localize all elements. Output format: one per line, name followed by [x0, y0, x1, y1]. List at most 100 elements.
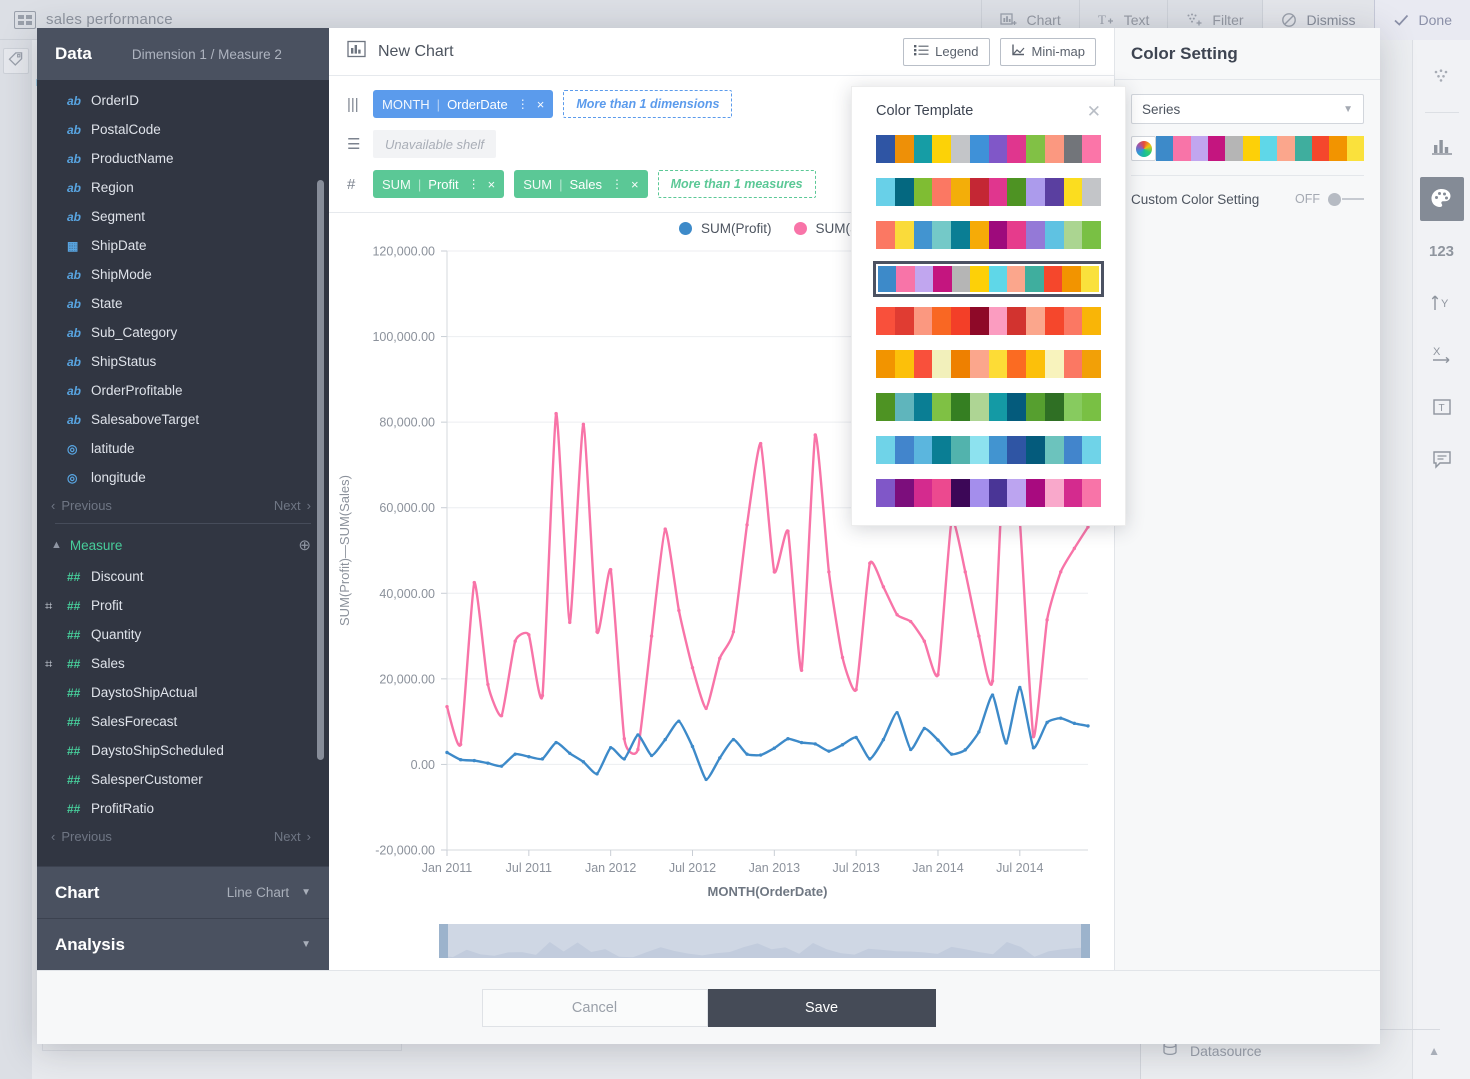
measure-field-profit[interactable]: ⌗ ## Profit — [37, 591, 329, 620]
active-palette-strip[interactable] — [1131, 136, 1364, 161]
active-color-swatch[interactable] — [1311, 136, 1330, 161]
legend-button[interactable]: Legend — [903, 37, 990, 66]
add-measure-icon[interactable]: ⊕ — [298, 536, 311, 554]
pill-menu-icon[interactable]: ⋮ — [468, 177, 480, 191]
y-axis-icon[interactable]: Y — [1420, 281, 1464, 325]
toggle-switch[interactable] — [1328, 193, 1364, 206]
dimension-field-orderid[interactable]: ab OrderID — [37, 86, 329, 115]
active-color-swatch[interactable] — [1329, 136, 1347, 161]
x-axis-icon[interactable]: X — [1420, 333, 1464, 377]
data-field-list[interactable]: ab OrderID ab PostalCode ab ProductName ab Regi… — [37, 80, 329, 866]
active-color-swatch[interactable] — [1173, 136, 1191, 161]
chevron-up-icon[interactable]: ▲ — [51, 539, 62, 551]
pill-menu-icon[interactable]: ⋮ — [517, 97, 529, 111]
data-list-scrollbar[interactable] — [317, 180, 324, 760]
custom-color-toggle[interactable]: OFF — [1295, 192, 1364, 206]
tag-tool-button[interactable] — [3, 48, 29, 74]
measure-field-salespercustomer[interactable]: ## SalesperCustomer — [37, 765, 329, 794]
measure-field-sales[interactable]: ⌗ ## Sales — [37, 649, 329, 678]
filter-dots-icon[interactable] — [1420, 56, 1464, 100]
dimension-next-button[interactable]: Next › — [274, 498, 311, 513]
shelf-pill-orderdate[interactable]: MONTH | OrderDate ⋮ × — [373, 90, 554, 118]
number-format-icon[interactable]: 123 — [1420, 229, 1464, 273]
dimension-field-productname[interactable]: ab ProductName — [37, 144, 329, 173]
measure-field-daystoshipscheduled[interactable]: ## DaystoShipScheduled — [37, 736, 329, 765]
active-color-swatch[interactable] — [1156, 136, 1174, 161]
cancel-button[interactable]: Cancel — [481, 988, 708, 1027]
color-template-option-6[interactable] — [876, 393, 1101, 421]
dimension-field-latitude[interactable]: ◎ latitude — [37, 434, 329, 463]
dimension-field-salesabovetarget[interactable]: ab SalesaboveTarget — [37, 405, 329, 434]
measure-field-quantity[interactable]: ## Quantity — [37, 620, 329, 649]
color-template-option-1[interactable] — [876, 178, 1101, 206]
chart-title[interactable]: New Chart — [378, 43, 454, 61]
dimension-field-shipstatus[interactable]: ab ShipStatus — [37, 347, 329, 376]
color-template-popup[interactable]: Color Template ✕ — [851, 86, 1126, 526]
dimension-field-shipmode[interactable]: ab ShipMode — [37, 260, 329, 289]
pill-remove-icon[interactable]: × — [537, 97, 545, 112]
minimap-handle-right[interactable] — [1081, 924, 1090, 958]
chart-type-value-group[interactable]: Line Chart ▼ — [227, 885, 311, 900]
measure-next-button[interactable]: Next › — [274, 829, 311, 844]
chart-section-header[interactable]: Chart Line Chart ▼ — [37, 866, 329, 918]
color-template-option-2[interactable] — [876, 221, 1101, 249]
save-button[interactable]: Save — [707, 988, 936, 1027]
dimension-dropzone[interactable]: More than 1 dimensions — [563, 90, 733, 118]
shelf-pill-sales[interactable]: SUM | Sales ⋮ × — [514, 170, 648, 198]
toggle-knob[interactable] — [1328, 193, 1341, 206]
active-color-swatch[interactable] — [1259, 136, 1278, 161]
bar-chart-icon[interactable] — [1420, 125, 1464, 169]
shelf-pill-profit[interactable]: SUM | Profit ⋮ × — [373, 170, 505, 198]
color-template-option-7[interactable] — [876, 436, 1101, 464]
tooltip-icon[interactable] — [1420, 437, 1464, 481]
color-scope-select[interactable]: Series ▼ — [1131, 94, 1364, 124]
measure-pager[interactable]: ‹ Previous Next › — [37, 823, 329, 848]
done-button[interactable]: Done — [1373, 0, 1470, 40]
dimension-field-shipdate[interactable]: ▦ ShipDate — [37, 231, 329, 260]
color-template-option-0[interactable] — [876, 135, 1101, 163]
dimension-field-orderprofitable[interactable]: ab OrderProfitable — [37, 376, 329, 405]
minimap-button[interactable]: Mini-map — [999, 37, 1096, 66]
active-color-swatch[interactable] — [1225, 136, 1243, 161]
measure-previous-button[interactable]: ‹ Previous — [51, 829, 112, 844]
pill-remove-icon[interactable]: × — [488, 177, 496, 192]
color-template-option-5[interactable] — [876, 350, 1101, 378]
series-sumprofit[interactable] — [445, 685, 1090, 782]
palette-icon[interactable] — [1419, 177, 1464, 221]
chevron-down-icon[interactable]: ▼ — [301, 939, 311, 950]
dimension-field-state[interactable]: ab State — [37, 289, 329, 318]
pill-menu-icon[interactable]: ⋮ — [611, 177, 623, 191]
dimension-field-sub_category[interactable]: ab Sub_Category — [37, 318, 329, 347]
active-color-swatch[interactable] — [1242, 136, 1260, 161]
active-color-swatch[interactable] — [1277, 136, 1295, 161]
custom-color-setting-row[interactable]: Custom Color Setting OFF — [1131, 176, 1364, 222]
dimension-previous-button[interactable]: ‹ Previous — [51, 498, 112, 513]
measure-field-profitratio[interactable]: ## ProfitRatio — [37, 794, 329, 823]
chevron-down-icon[interactable]: ▼ — [301, 887, 311, 898]
measure-group-header[interactable]: ▲ Measure ⊕ — [37, 528, 329, 562]
dimension-field-longitude[interactable]: ◎ longitude — [37, 463, 329, 492]
measure-dropzone[interactable]: More than 1 measures — [657, 170, 816, 198]
dimension-field-postalcode[interactable]: ab PostalCode — [37, 115, 329, 144]
measure-field-daystoshipactual[interactable]: ## DaystoShipActual — [37, 678, 329, 707]
pill-remove-icon[interactable]: × — [631, 177, 639, 192]
color-template-option-3[interactable] — [873, 261, 1104, 297]
color-template-option-8[interactable] — [876, 479, 1101, 507]
dimension-field-region[interactable]: ab Region — [37, 173, 329, 202]
active-color-swatch[interactable] — [1346, 136, 1364, 161]
chevron-down-icon[interactable]: ▼ — [1343, 104, 1353, 115]
chevron-up-icon[interactable]: ▲ — [1428, 1044, 1440, 1058]
color-template-option-4[interactable] — [876, 307, 1101, 335]
analysis-section-header[interactable]: Analysis ▼ — [37, 918, 329, 970]
dimension-pager[interactable]: ‹ Previous Next › — [37, 492, 329, 517]
dimension-field-segment[interactable]: ab Segment — [37, 202, 329, 231]
close-icon[interactable]: ✕ — [1087, 103, 1101, 120]
text-box-icon[interactable]: T — [1420, 385, 1464, 429]
active-color-swatch[interactable] — [1207, 136, 1226, 161]
color-wheel-button[interactable] — [1131, 136, 1156, 161]
measure-field-salesforecast[interactable]: ## SalesForecast — [37, 707, 329, 736]
range-minimap[interactable] — [439, 924, 1090, 958]
analysis-expander[interactable]: ▼ — [301, 939, 311, 950]
minimap-handle-left[interactable] — [439, 924, 448, 958]
active-color-swatch[interactable] — [1190, 136, 1208, 161]
